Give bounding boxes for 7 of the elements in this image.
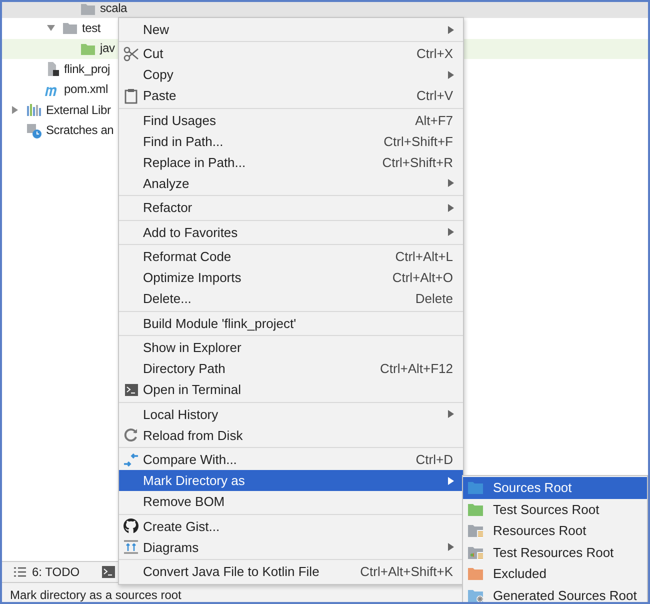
tree-item-label: test [82, 22, 101, 35]
tree-item-label: jav [100, 42, 115, 56]
tree-item-label: Scratches an [46, 124, 114, 138]
tree-item-label: scala [100, 2, 128, 15]
tree-item-label: External Libr [46, 104, 111, 117]
tree-item-label: flink_proj [64, 62, 110, 76]
tree-item-label: pom.xml [64, 83, 108, 96]
